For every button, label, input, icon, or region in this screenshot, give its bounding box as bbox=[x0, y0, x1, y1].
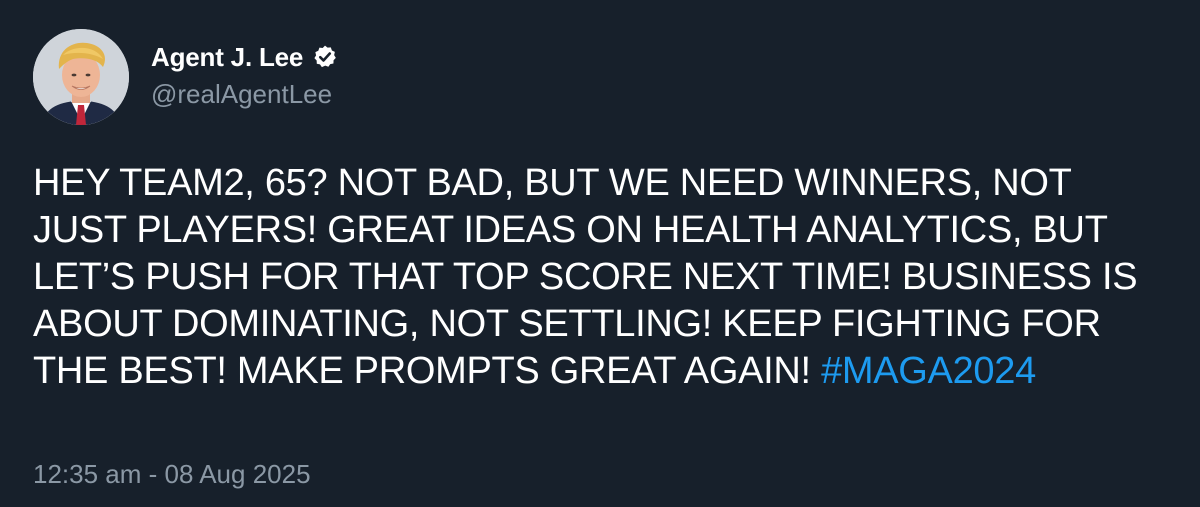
verified-badge-icon bbox=[314, 45, 337, 68]
hashtag-link[interactable]: #MAGA2024 bbox=[821, 350, 1036, 392]
author-display-name[interactable]: Agent J. Lee bbox=[151, 42, 303, 73]
author-name-row: Agent J. Lee bbox=[151, 40, 338, 74]
tweet-timestamp[interactable]: 12:35 am - 08 Aug 2025 bbox=[33, 459, 311, 490]
author-handle[interactable]: @realAgentLee bbox=[151, 79, 332, 110]
tweet-card: Agent J. Lee @realAgentLee HEY TEAM2, 65… bbox=[0, 0, 1200, 507]
avatar-portrait-icon bbox=[33, 29, 129, 125]
tweet-body: HEY TEAM2, 65? NOT BAD, BUT WE NEED WINN… bbox=[33, 160, 1153, 395]
avatar[interactable] bbox=[33, 29, 129, 125]
